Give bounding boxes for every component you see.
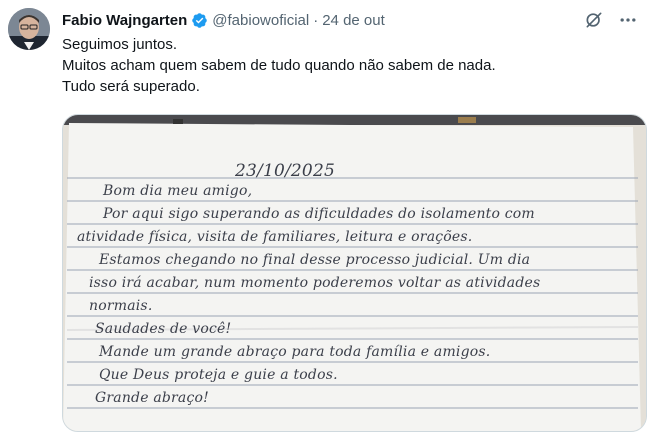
tweet-media-photo[interactable]: 23/10/2025 Bom dia meu amigo, Por aqui s… <box>62 114 647 432</box>
avatar-image <box>8 8 50 50</box>
tweet-date[interactable]: 24 de out <box>322 12 385 29</box>
tweet-text-line: Muitos acham quem sabem de tudo quando n… <box>62 57 496 74</box>
tweet: Fabio Wajngarten @fabiowoficial · 24 de … <box>0 0 650 436</box>
letter-line: atividade física, visita de familiares, … <box>77 229 472 245</box>
letter-line: Grande abraço! <box>95 390 209 406</box>
letter-line: Saudades de você! <box>95 321 231 337</box>
letter-line: Por aqui sigo superando as dificuldades … <box>102 206 535 222</box>
separator-dot: · <box>313 11 319 29</box>
tweet-text-line: Seguimos juntos. <box>62 36 178 53</box>
letter-line: Mande um grande abraço para toda família… <box>98 344 490 360</box>
tweet-text: Seguimos juntos. Muitos acham quem sabem… <box>62 34 622 97</box>
grok-icon[interactable] <box>584 10 604 30</box>
author-name[interactable]: Fabio Wajngarten <box>62 12 187 29</box>
letter-line: isso irá acabar, num momento poderemos v… <box>89 275 540 291</box>
letter-line: Estamos chegando no final desse processo… <box>98 252 530 268</box>
tweet-text-line: Tudo será superado. <box>62 78 200 95</box>
letter-line: normais. <box>89 298 152 314</box>
tweet-actions <box>584 10 638 30</box>
letter-line: Bom dia meu amigo, <box>102 183 252 199</box>
letter-photo: 23/10/2025 Bom dia meu amigo, Por aqui s… <box>63 115 646 431</box>
avatar[interactable] <box>8 8 50 50</box>
verified-badge-icon <box>191 12 208 29</box>
letter-line: Que Deus proteja e guie a todos. <box>99 367 338 383</box>
letter-date: 23/10/2025 <box>234 161 335 181</box>
author-handle[interactable]: @fabiowoficial <box>212 12 309 29</box>
tweet-header: Fabio Wajngarten @fabiowoficial · 24 de … <box>62 9 638 31</box>
more-icon[interactable] <box>618 10 638 30</box>
